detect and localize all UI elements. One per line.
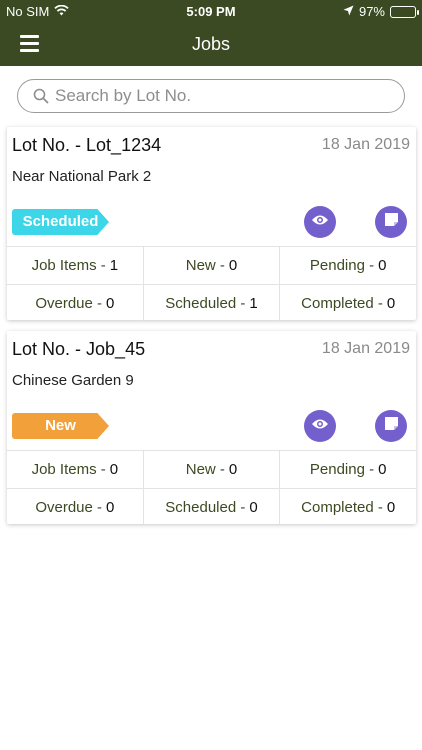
view-button[interactable] [304, 206, 336, 238]
stat-completed: Completed -0 [279, 285, 416, 321]
job-stats-grid: Job Items -1 New -0 Pending -0 Overdue -… [7, 246, 416, 321]
job-date: 18 Jan 2019 [321, 136, 410, 153]
note-icon [384, 416, 399, 436]
status-bar: No SIM 5:09 PM 97% [0, 0, 422, 22]
note-button[interactable] [375, 410, 407, 442]
stat-pending: Pending -0 [279, 451, 416, 488]
job-location: Near National Park 2 [12, 168, 152, 185]
lot-number: Lot No. - Lot_1234 [12, 135, 162, 155]
status-badge: New [12, 413, 109, 439]
search-icon [33, 88, 49, 109]
location-arrow-icon [343, 4, 354, 19]
eye-icon [311, 213, 329, 231]
nav-bar: Jobs [0, 22, 422, 66]
view-button[interactable] [304, 410, 336, 442]
search-bar [17, 79, 405, 113]
stat-overdue: Overdue -0 [35, 294, 115, 312]
stat-job-items: Job Items -0 [31, 461, 119, 478]
job-card[interactable]: Lot No. - Job_45 18 Jan 2019 Chinese Gar… [7, 331, 416, 525]
job-date: 18 Jan 2019 [321, 340, 410, 357]
job-card[interactable]: Lot No. - Lot_1234 18 Jan 2019 Near Nati… [7, 127, 416, 321]
note-button[interactable] [375, 206, 407, 238]
job-stats-grid: Job Items -0 New -0 Pending -0 Overdue -… [7, 450, 416, 525]
status-right: 97% [343, 4, 419, 19]
page-title: Jobs [191, 34, 231, 54]
stat-scheduled: Scheduled -1 [142, 285, 280, 321]
eye-icon [311, 417, 329, 435]
battery-percent: 97% [358, 4, 385, 19]
stat-completed: Completed -0 [279, 489, 416, 525]
stat-pending: Pending -0 [279, 247, 416, 284]
note-icon [384, 212, 399, 232]
search-input[interactable] [55, 85, 385, 107]
battery-icon [390, 5, 419, 18]
stat-scheduled: Scheduled -0 [142, 489, 280, 525]
stat-overdue: Overdue -0 [35, 498, 115, 516]
stat-job-items: Job Items -1 [31, 257, 119, 274]
job-location: Chinese Garden 9 [12, 372, 134, 389]
stat-new: New -0 [142, 451, 280, 488]
status-badge: Scheduled [12, 209, 109, 235]
stat-new: New -0 [142, 247, 280, 284]
lot-number: Lot No. - Job_45 [12, 339, 146, 359]
